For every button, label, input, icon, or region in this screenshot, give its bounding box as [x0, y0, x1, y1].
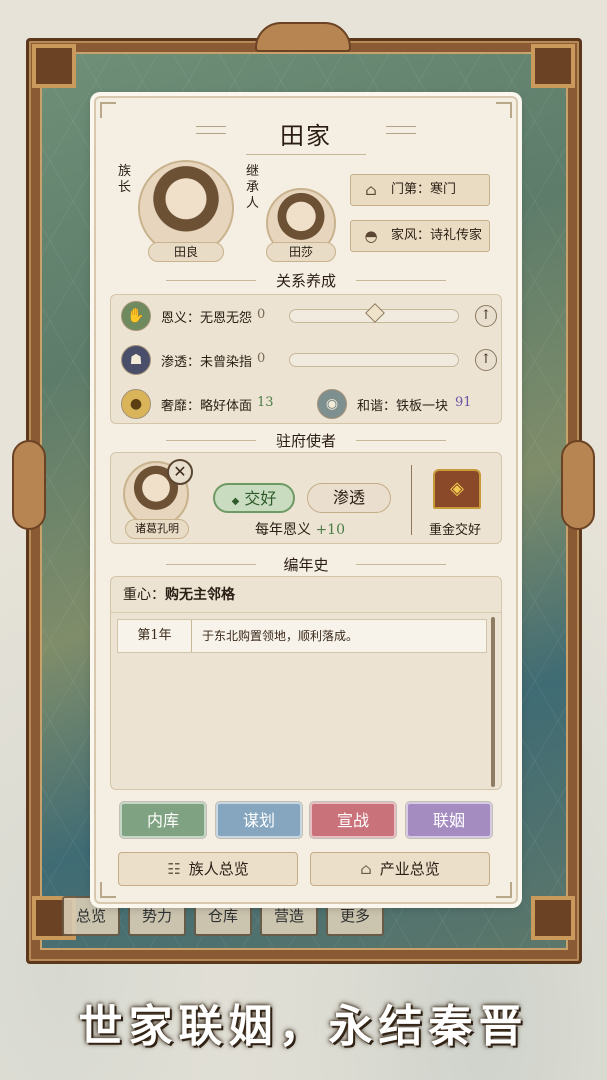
industry-overview-button[interactable]: ⌂ 产业总览	[310, 852, 490, 886]
industry-overview-label: 产业总览	[379, 860, 440, 878]
chronicle-year: 第1年	[118, 620, 192, 652]
family-title: 田家	[280, 122, 332, 150]
chronicle-heading: 编年史	[96, 554, 516, 575]
rank-text: 门第：寒门	[391, 182, 457, 197]
fan-icon: ◓	[364, 227, 378, 245]
scheme-button[interactable]: 谋划	[216, 802, 302, 838]
chronicle-box: 重心：购无主邻格 第1年 于东北购置领地，顺利落成。	[110, 576, 502, 790]
frame-corner-ornament	[531, 44, 575, 88]
gift-label[interactable]: 重金交好	[429, 519, 481, 538]
gate-icon: ⌂	[365, 181, 377, 199]
building-icon: ⌂	[360, 860, 372, 878]
infiltrate-button[interactable]: 渗透	[307, 483, 391, 513]
befriend-button[interactable]: ◆ 交好	[213, 483, 295, 513]
panel-corner	[496, 882, 512, 898]
heir-label: 继承人	[246, 164, 260, 211]
treasure-chest-icon[interactable]: ◈	[433, 469, 481, 509]
family-detail-panel: 田家 族长 田良 继承人 田莎 ⌂ 门第：寒门 ◓ 家风：诗礼传家 关系养成 ✋…	[94, 96, 518, 904]
clan-overview-button[interactable]: ☷ 族人总览	[118, 852, 298, 886]
favor-upgrade-button[interactable]: ↑	[475, 305, 497, 327]
envoy-name: 诸葛孔明	[125, 519, 189, 539]
gold-pile-icon: ●	[121, 389, 151, 419]
people-icon: ☷	[167, 860, 181, 878]
envoy-heading: 驻府使者	[96, 430, 516, 451]
harmony-value: 91	[455, 395, 472, 410]
favor-slider	[289, 303, 459, 323]
infiltration-slider	[289, 353, 459, 367]
panel-corner	[100, 882, 116, 898]
befriend-label: 交好	[244, 489, 277, 508]
clan-overview-label: 族人总览	[188, 860, 249, 878]
infiltration-label: 渗透：未曾染指	[161, 355, 253, 370]
ninja-icon: ☗	[121, 345, 151, 375]
envoy-divider	[411, 465, 412, 535]
frame-corner-ornament	[32, 44, 76, 88]
rank-tag: ⌂ 门第：寒门	[350, 174, 490, 206]
promo-slogan: 世家联姻，永结秦晋	[78, 1001, 529, 1052]
remove-envoy-close-icon[interactable]: ✕	[167, 459, 193, 485]
relations-box: ✋ 恩义：无恩无怨 0 ↑ ☗ 渗透：未曾染指 0 ↑ ● 奢靡：略好体面 13…	[110, 294, 502, 424]
style-tag: ◓ 家风：诗礼传家	[350, 220, 490, 252]
leader-label: 族长	[118, 164, 132, 195]
marriage-button[interactable]: 联姻	[406, 802, 492, 838]
declare-war-button[interactable]: 宣战	[310, 802, 396, 838]
favor-label: 恩义：无恩无怨	[161, 311, 253, 326]
relations-heading: 关系养成	[96, 270, 516, 291]
diamond-icon: ◆	[231, 496, 240, 507]
frame-side-ornament	[561, 440, 595, 530]
title-divider	[246, 154, 366, 155]
handshake-icon: ✋	[121, 301, 151, 331]
infiltrate-label: 渗透	[332, 488, 365, 507]
treasury-button[interactable]: 内库	[120, 802, 206, 838]
yearly-favor: 每年恩义 +10	[255, 519, 345, 539]
leader-name: 田良	[148, 242, 224, 262]
harmony-icon: ◉	[317, 389, 347, 419]
yearly-favor-text: 每年恩义	[255, 522, 311, 538]
luxury-label: 奢靡：略好体面	[161, 399, 253, 414]
title-ornament	[386, 126, 416, 134]
frame-side-ornament	[12, 440, 46, 530]
heir-name: 田莎	[266, 242, 336, 262]
favor-value: 0	[257, 307, 266, 322]
infiltration-value: 0	[257, 351, 266, 366]
style-text: 家风：诗礼传家	[391, 228, 483, 243]
focus-label: 重心：	[123, 587, 165, 603]
frame-corner-ornament	[531, 896, 575, 940]
infiltration-upgrade-button[interactable]: ↑	[475, 349, 497, 371]
envoy-box: ✕ 诸葛孔明 ◆ 交好 渗透 每年恩义 +10 ◈ 重金交好	[110, 452, 502, 544]
chronicle-focus: 重心：购无主邻格	[111, 577, 501, 613]
chronicle-text: 于东北购置领地，顺利落成。	[202, 629, 359, 643]
focus-value: 购无主邻格	[165, 587, 235, 603]
yearly-favor-value: +10	[315, 522, 345, 538]
favor-slider-thumb	[365, 303, 385, 323]
frame-crest-ornament	[255, 22, 351, 52]
chronicle-scrollbar[interactable]	[491, 617, 495, 787]
chronicle-entry: 第1年 于东北购置领地，顺利落成。	[117, 619, 487, 653]
luxury-value: 13	[257, 395, 274, 410]
harmony-label: 和谐：铁板一块	[357, 399, 449, 414]
